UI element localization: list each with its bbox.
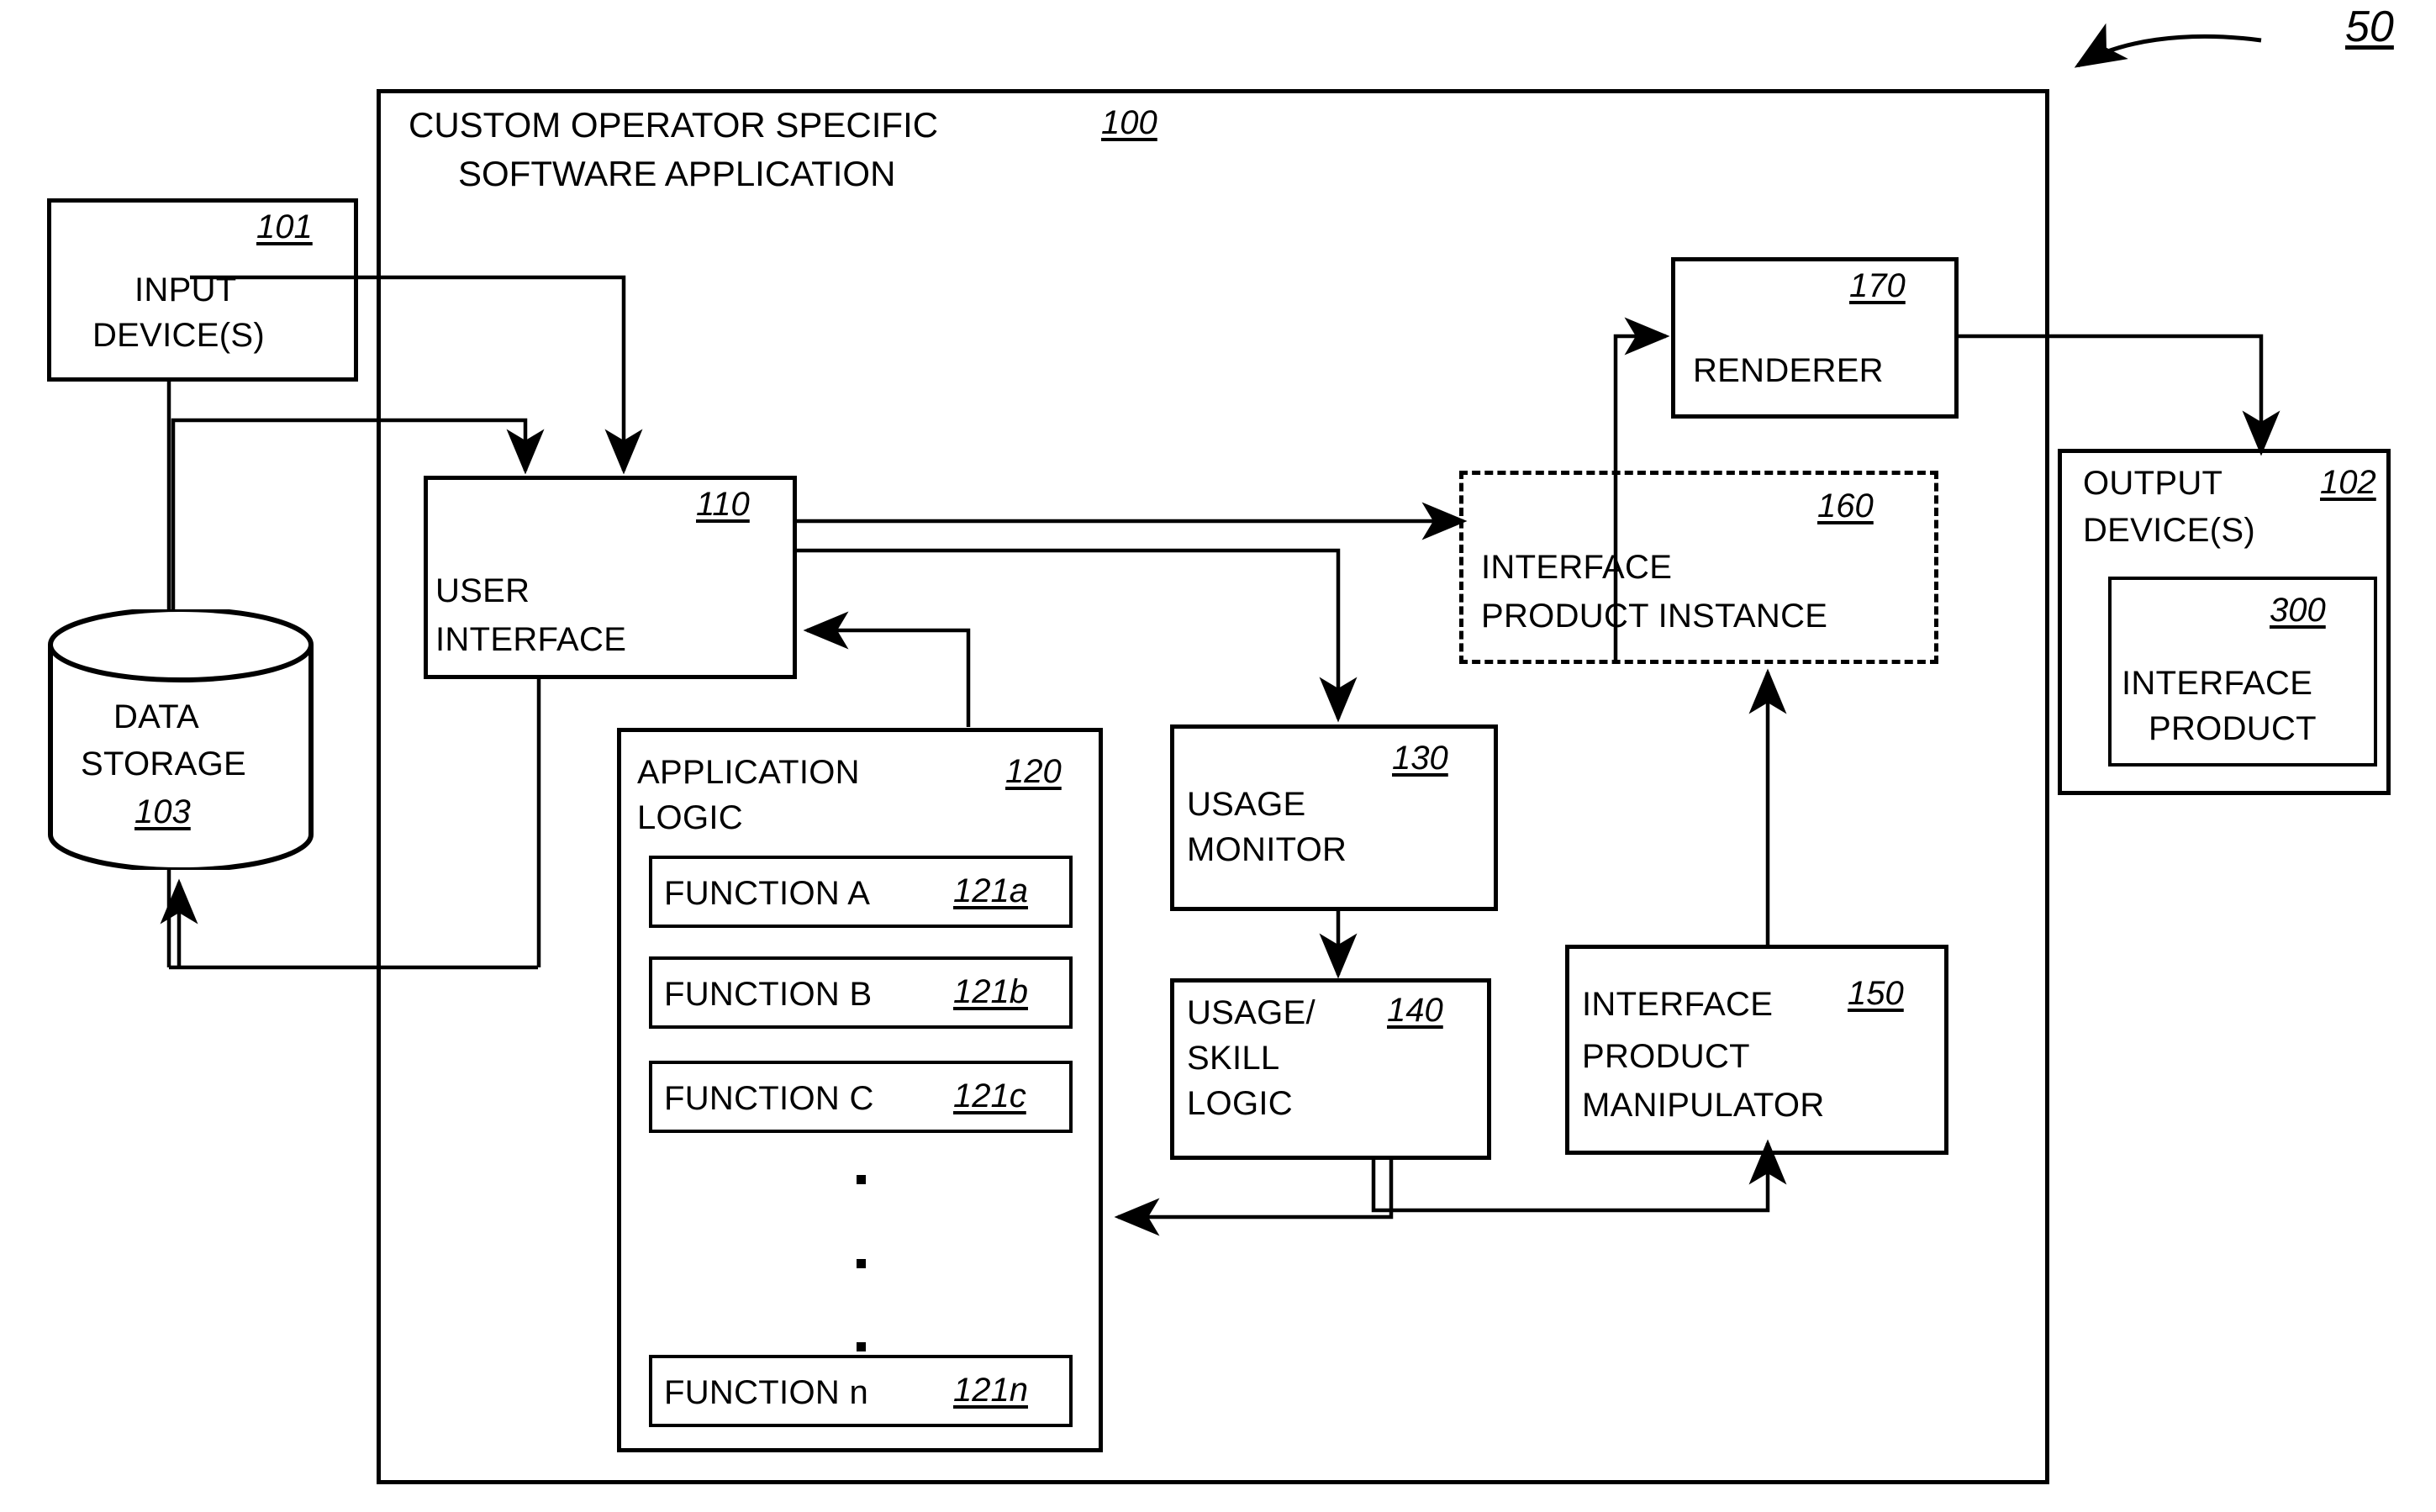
renderer-box: [1671, 257, 1959, 419]
patent-figure: 50 CUSTOM OPERATOR SPECIFIC SOFTWARE APP…: [0, 0, 2436, 1512]
usage-skill-logic-label-line3: LOGIC: [1187, 1085, 1293, 1122]
usage-monitor-label-line2: MONITOR: [1187, 831, 1347, 868]
application-logic-label-line2: LOGIC: [637, 799, 743, 836]
interface-product-manipulator-label-line3: MANIPULATOR: [1582, 1087, 1825, 1124]
user-interface-label-line1: USER: [435, 572, 530, 609]
function-b-ref-121b: 121b: [953, 973, 1028, 1010]
input-devices-label-line2: DEVICE(S): [92, 317, 265, 354]
ellipsis-dot: [856, 1175, 866, 1184]
interface-product-ref-300: 300: [2270, 592, 2326, 629]
output-devices-label-line2: DEVICE(S): [2083, 512, 2255, 549]
interface-product-label-line1: INTERFACE: [2122, 665, 2313, 702]
renderer-label: RENDERER: [1693, 352, 1884, 389]
function-a-label: FUNCTION A: [664, 875, 871, 912]
data-storage-ref-103: 103: [134, 793, 191, 830]
user-interface-ref-110: 110: [696, 486, 750, 523]
application-ref-100: 100: [1101, 104, 1157, 141]
application-logic-ref-120: 120: [1005, 753, 1062, 790]
figure-callout-arrow: [2074, 23, 2262, 68]
interface-product-instance-label-line2: PRODUCT INSTANCE: [1481, 598, 1828, 635]
output-devices-ref-102: 102: [2320, 464, 2376, 501]
interface-product-manipulator-label-line1: INTERFACE: [1582, 986, 1774, 1023]
function-a-ref-121a: 121a: [953, 872, 1028, 909]
usage-monitor-label-line1: USAGE: [1187, 786, 1306, 823]
output-devices-label-line1: OUTPUT: [2083, 465, 2223, 502]
function-c-ref-121c: 121c: [953, 1077, 1026, 1114]
interface-product-instance-label-line1: INTERFACE: [1481, 549, 1673, 586]
input-devices-label-line1: INPUT: [134, 271, 237, 308]
data-storage-label-line2: STORAGE: [81, 745, 246, 782]
usage-skill-logic-label-line1: USAGE/: [1187, 994, 1316, 1031]
application-title-line1: CUSTOM OPERATOR SPECIFIC: [409, 105, 939, 145]
figure-number: 50: [2345, 3, 2394, 51]
ellipsis-dots: [856, 1175, 866, 1351]
application-title-line2: SOFTWARE APPLICATION: [458, 154, 896, 193]
function-b-label: FUNCTION B: [664, 976, 873, 1013]
interface-product-manipulator-ref-150: 150: [1848, 975, 1904, 1012]
user-interface-label-line2: INTERFACE: [435, 621, 627, 658]
interface-product-manipulator-label-line2: PRODUCT: [1582, 1038, 1750, 1075]
function-n-label: FUNCTION n: [664, 1374, 868, 1411]
interface-product-instance-ref-160: 160: [1817, 487, 1874, 524]
application-logic-label-line1: APPLICATION: [637, 754, 860, 791]
usage-skill-logic-label-line2: SKILL: [1187, 1040, 1280, 1077]
input-devices-ref-101: 101: [256, 208, 313, 245]
function-n-ref-121n: 121n: [953, 1372, 1028, 1409]
ellipsis-dot: [856, 1258, 866, 1268]
usage-monitor-ref-130: 130: [1392, 740, 1448, 777]
function-c-label: FUNCTION C: [664, 1080, 874, 1117]
data-storage-label-line1: DATA: [113, 698, 199, 735]
usage-skill-logic-ref-140: 140: [1387, 992, 1443, 1029]
interface-product-label-line2: PRODUCT: [2149, 710, 2317, 747]
renderer-ref-170: 170: [1849, 267, 1906, 304]
data-storage-cylinder: [48, 609, 314, 870]
ellipsis-dot: [856, 1342, 866, 1351]
